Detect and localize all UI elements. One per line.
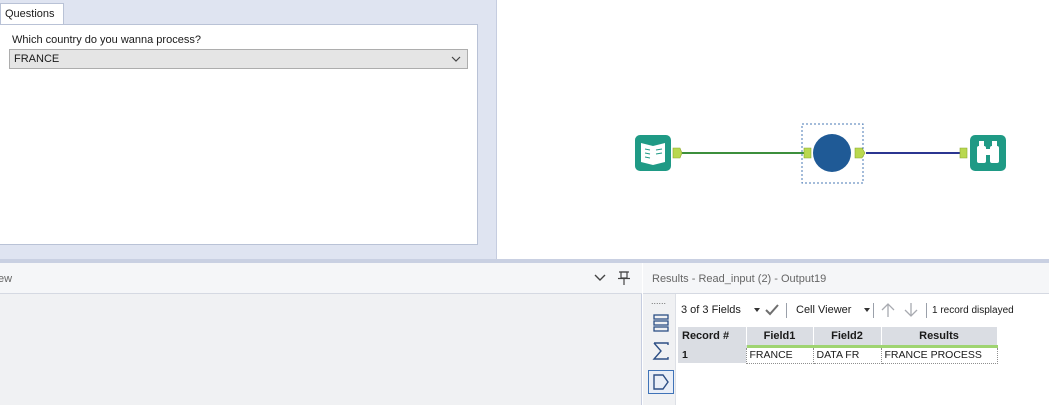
drag-grip[interactable]: ...... (651, 296, 666, 306)
results-panel: Results - Read_input (2) - Output19 ....… (643, 263, 1049, 405)
view-panel: ew (0, 263, 642, 405)
pin-icon[interactable] (616, 270, 632, 286)
country-dropdown-value: FRANCE (14, 53, 60, 65)
input-anchor[interactable] (959, 147, 968, 159)
chevron-down-icon[interactable] (593, 271, 607, 285)
questions-body: Which country do you wanna process? FRAN… (0, 24, 478, 245)
cell-viewer-selector[interactable]: Cell Viewer (796, 304, 851, 316)
input-anchor[interactable] (803, 147, 812, 159)
circle-icon (813, 134, 851, 172)
table-view-icon[interactable] (648, 311, 674, 335)
chevron-down-icon (451, 56, 461, 62)
arrow-down-icon[interactable] (903, 302, 919, 318)
fields-selector[interactable]: 3 of 3 Fields (681, 304, 741, 316)
metadata-tag-button[interactable] (648, 370, 674, 394)
results-side-toolbar: ...... (643, 294, 676, 405)
table-header-row: Record # Field1 Field2 Results (678, 327, 998, 348)
view-panel-header: ew (0, 263, 642, 294)
output-anchor[interactable] (672, 147, 683, 159)
tag-icon (653, 374, 669, 390)
toolbar-separator (786, 303, 787, 318)
toolbar-separator (926, 303, 927, 318)
column-header-field2[interactable]: Field2 (813, 327, 882, 348)
question-prompt: Which country do you wanna process? (12, 34, 201, 46)
toolbar-separator (873, 303, 874, 318)
country-dropdown[interactable]: FRANCE (9, 49, 468, 69)
results-toolbar: 3 of 3 Fields Cell Viewer 1 record displ… (676, 300, 1049, 320)
column-header-results[interactable]: Results (881, 327, 998, 348)
column-header-field1[interactable]: Field1 (746, 327, 814, 348)
cell-field1[interactable]: FRANCE (745, 345, 814, 364)
viewer-caret-icon[interactable] (864, 308, 870, 312)
input-data-tool[interactable] (635, 135, 683, 171)
cell-results[interactable]: FRANCE PROCESS (880, 345, 998, 364)
book-icon (641, 143, 665, 165)
questions-panel: Questions Which country do you wanna pro… (0, 0, 497, 259)
cell-field2[interactable]: DATA FR (812, 345, 882, 364)
workflow-canvas[interactable] (498, 0, 1049, 259)
summary-sigma-icon[interactable] (648, 339, 674, 363)
view-panel-title: ew (0, 273, 13, 285)
fields-caret-icon[interactable] (754, 308, 760, 312)
column-header-record[interactable]: Record # (678, 327, 747, 348)
arrow-up-icon[interactable] (880, 302, 896, 318)
browse-tool[interactable] (959, 135, 1006, 171)
checkmark-icon[interactable] (764, 302, 780, 318)
cell-record[interactable]: 1 (678, 346, 746, 363)
record-count-status: 1 record displayed (932, 305, 1014, 316)
table-row: 1 FRANCE DATA FR FRANCE PROCESS (678, 345, 998, 364)
results-table: Record # Field1 Field2 Results 1 FRANCE … (678, 327, 998, 364)
tab-questions[interactable]: Questions (0, 3, 64, 25)
results-title: Results - Read_input (2) - Output19 (652, 273, 827, 285)
results-header: Results - Read_input (2) - Output19 (643, 263, 1049, 294)
formula-tool[interactable] (801, 123, 866, 184)
